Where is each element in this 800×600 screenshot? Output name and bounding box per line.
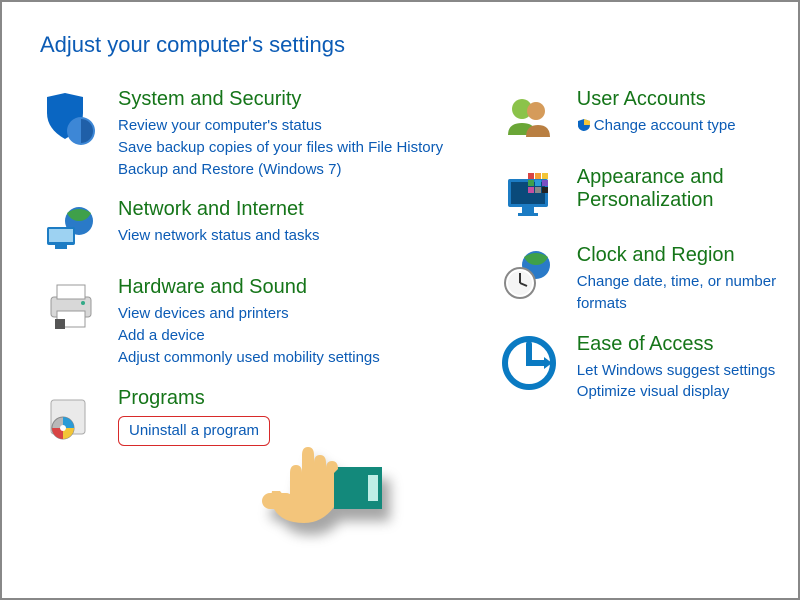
link-change-account-type[interactable]: Change account type <box>577 115 798 139</box>
link-network-status[interactable]: View network status and tasks <box>118 225 499 247</box>
category-title-network[interactable]: Network and Internet <box>118 198 499 221</box>
category-title-programs[interactable]: Programs <box>118 387 499 410</box>
programs-icon <box>40 387 100 447</box>
monitor-icon <box>499 166 559 226</box>
content-area: System and Security Review your computer… <box>2 68 798 465</box>
category-ease-of-access: Ease of Access Let Windows suggest setti… <box>499 333 798 404</box>
link-optimize-display[interactable]: Optimize visual display <box>577 381 798 403</box>
link-change-date-time[interactable]: Change date, time, or number formats <box>577 271 798 315</box>
category-system-security: System and Security Review your computer… <box>40 88 499 180</box>
right-column: User Accounts Change account type <box>499 88 798 465</box>
category-title-user-accounts[interactable]: User Accounts <box>577 88 798 111</box>
link-uninstall-program[interactable]: Uninstall a program <box>129 422 259 439</box>
link-file-history[interactable]: Save backup copies of your files with Fi… <box>118 137 499 159</box>
printer-icon <box>40 276 100 336</box>
category-programs: Programs Uninstall a program <box>40 387 499 447</box>
shield-icon <box>40 88 100 148</box>
page-title: Adjust your computer's settings <box>2 2 798 68</box>
category-title-hardware[interactable]: Hardware and Sound <box>118 276 499 299</box>
link-add-device[interactable]: Add a device <box>118 325 499 347</box>
category-user-accounts: User Accounts Change account type <box>499 88 798 148</box>
category-hardware: Hardware and Sound View devices and prin… <box>40 276 499 368</box>
left-column: System and Security Review your computer… <box>40 88 499 465</box>
ease-of-access-icon <box>499 333 559 393</box>
category-network: Network and Internet View network status… <box>40 198 499 258</box>
category-title-ease-of-access[interactable]: Ease of Access <box>577 333 798 356</box>
users-icon <box>499 88 559 148</box>
category-clock-region: Clock and Region Change date, time, or n… <box>499 244 798 315</box>
category-title-system-security[interactable]: System and Security <box>118 88 499 111</box>
category-appearance: Appearance and Personalization <box>499 166 798 226</box>
link-mobility-settings[interactable]: Adjust commonly used mobility settings <box>118 347 499 369</box>
uac-shield-icon <box>577 117 591 139</box>
globe-icon <box>40 198 100 258</box>
category-title-appearance[interactable]: Appearance and Personalization <box>577 166 798 212</box>
link-suggest-settings[interactable]: Let Windows suggest settings <box>577 360 798 382</box>
link-review-status[interactable]: Review your computer's status <box>118 115 499 137</box>
category-title-clock-region[interactable]: Clock and Region <box>577 244 798 267</box>
link-devices-printers[interactable]: View devices and printers <box>118 303 499 325</box>
link-backup-restore[interactable]: Backup and Restore (Windows 7) <box>118 159 499 181</box>
link-change-account-type-text: Change account type <box>594 117 736 134</box>
clock-globe-icon <box>499 244 559 304</box>
highlight-uninstall: Uninstall a program <box>118 416 270 447</box>
